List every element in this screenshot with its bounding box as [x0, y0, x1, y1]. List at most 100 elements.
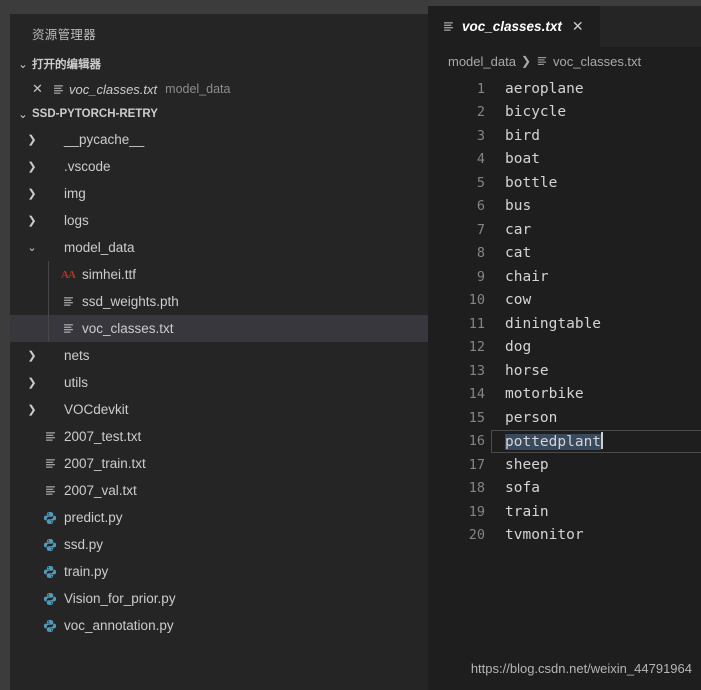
tree-item-voc-annotation-py[interactable]: voc_annotation.py	[10, 612, 428, 639]
text-selection: pottedplant	[505, 434, 602, 451]
line-number: 19	[468, 503, 485, 520]
text-file-icon	[40, 484, 60, 497]
code-line-text: motorbike	[505, 386, 584, 403]
code-line[interactable]: 6 bus	[428, 195, 701, 219]
tree-item-label: __pycache__	[64, 132, 145, 147]
text-file-icon	[52, 83, 65, 96]
code-line[interactable]: 14 motorbike	[428, 383, 701, 407]
code-line[interactable]: 12 dog	[428, 336, 701, 360]
code-line[interactable]: 2 bicycle	[428, 101, 701, 125]
font-file-icon: AA	[61, 268, 76, 281]
chevron-right-icon[interactable]: ❯	[24, 403, 40, 416]
close-icon[interactable]: ✕	[572, 18, 584, 35]
code-line[interactable]: 5 bottle	[428, 171, 701, 195]
close-icon[interactable]: ✕	[32, 81, 52, 97]
code-line[interactable]: 3 bird	[428, 124, 701, 148]
line-number: 16	[468, 433, 485, 450]
chevron-right-icon[interactable]: ❯	[24, 160, 40, 173]
tree-item-label: .vscode	[64, 159, 111, 174]
breadcrumb-item-file[interactable]: voc_classes.txt	[553, 54, 641, 69]
tree-item-nets[interactable]: ❯ nets	[10, 342, 428, 369]
code-line-text: aeroplane	[505, 80, 584, 97]
project-root-label: SSD-PYTORCH-RETRY	[32, 108, 158, 120]
code-line-text: cat	[505, 245, 532, 262]
tree-item-predict-py[interactable]: predict.py	[10, 504, 428, 531]
tree-item-model-data[interactable]: ⌄ model_data	[10, 234, 428, 261]
tree-item-2007-train-txt[interactable]: 2007_train.txt	[10, 450, 428, 477]
chevron-right-icon[interactable]: ❯	[24, 376, 40, 389]
line-number: 8	[476, 245, 485, 262]
code-line[interactable]: 17 sheep	[428, 453, 701, 477]
tree-item-2007-val-txt[interactable]: 2007_val.txt	[10, 477, 428, 504]
code-line[interactable]: 1 aeroplane	[428, 77, 701, 101]
tree-item-label: utils	[64, 375, 89, 390]
chevron-right-icon[interactable]: ❯	[24, 349, 40, 362]
tree-item-label: voc_annotation.py	[64, 618, 174, 633]
code-line[interactable]: 7 car	[428, 218, 701, 242]
open-editors-label: 打开的编辑器	[32, 59, 101, 71]
tree-item-ssd-py[interactable]: ssd.py	[10, 531, 428, 558]
tree-item--vscode[interactable]: ❯ .vscode	[10, 153, 428, 180]
tree-item-label: voc_classes.txt	[82, 321, 174, 336]
indent-guide	[48, 261, 49, 288]
tree-item-simhei-ttf[interactable]: AA simhei.ttf	[10, 261, 428, 288]
open-editors-header[interactable]: ⌄ 打开的编辑器	[10, 52, 428, 76]
code-line-text: person	[505, 409, 558, 426]
indent-guide	[48, 315, 49, 342]
code-line[interactable]: 9 chair	[428, 265, 701, 289]
code-line-text: chair	[505, 268, 549, 285]
tab-voc-classes-txt[interactable]: voc_classes.txt ✕	[428, 6, 600, 47]
code-line[interactable]: 15 person	[428, 406, 701, 430]
code-line[interactable]: 8 cat	[428, 242, 701, 266]
tree-item-ssd-weights-pth[interactable]: ssd_weights.pth	[10, 288, 428, 315]
line-number: 1	[476, 80, 485, 97]
tree-item-voc-classes-txt[interactable]: voc_classes.txt	[10, 315, 428, 342]
chevron-right-icon[interactable]: ❯	[24, 187, 40, 200]
code-line-text: bottle	[505, 174, 558, 191]
code-line-text: cow	[505, 292, 532, 309]
code-line-text: diningtable	[505, 315, 602, 332]
code-line[interactable]: 20 tvmonitor	[428, 524, 701, 548]
code-line[interactable]: 16 pottedplant	[428, 429, 701, 454]
code-line[interactable]: 19 train	[428, 500, 701, 524]
tree-item-label: ssd.py	[64, 537, 104, 552]
tree-item-label: train.py	[64, 564, 109, 579]
line-number: 20	[468, 527, 485, 544]
chevron-right-icon[interactable]: ❯	[24, 214, 40, 227]
tree-item-logs[interactable]: ❯ logs	[10, 207, 428, 234]
tree-item-vision-for-prior-py[interactable]: Vision_for_prior.py	[10, 585, 428, 612]
code-line[interactable]: 4 boat	[428, 148, 701, 172]
tree-item-img[interactable]: ❯ img	[10, 180, 428, 207]
line-number: 9	[476, 268, 485, 285]
open-editors-list: ✕ voc_classes.txt model_data	[10, 76, 428, 102]
code-line-text: horse	[505, 362, 549, 379]
code-line-text: car	[505, 221, 532, 238]
editor-group: voc_classes.txt ✕ model_data ❯ voc_class…	[428, 6, 701, 690]
tree-item-label: logs	[64, 213, 89, 228]
open-editor-item[interactable]: ✕ voc_classes.txt model_data	[10, 76, 428, 102]
line-number: 12	[468, 339, 485, 356]
code-line[interactable]: 13 horse	[428, 359, 701, 383]
chevron-down-icon[interactable]: ⌄	[24, 241, 40, 254]
code-line-text: tvmonitor	[505, 527, 584, 544]
code-line[interactable]: 11 diningtable	[428, 312, 701, 336]
text-file-icon	[536, 55, 548, 67]
tree-item--pycache-[interactable]: ❯ __pycache__	[10, 126, 428, 153]
code-editor[interactable]: 1 aeroplane 2 bicycle 3 bird 4 boat 5 bottle 6 bus 7…	[428, 75, 701, 690]
chevron-right-icon[interactable]: ❯	[24, 133, 40, 146]
line-number: 18	[468, 480, 485, 497]
tree-item-train-py[interactable]: train.py	[10, 558, 428, 585]
tree-item-label: 2007_val.txt	[64, 483, 137, 498]
vscode-window: 资源管理器 ⌄ 打开的编辑器 ✕ voc_classes.txt model_d…	[0, 0, 701, 690]
text-cursor	[601, 432, 603, 450]
tree-item-2007-test-txt[interactable]: 2007_test.txt	[10, 423, 428, 450]
code-line[interactable]: 10 cow	[428, 289, 701, 313]
breadcrumb-item-folder[interactable]: model_data	[448, 54, 516, 69]
code-line[interactable]: 18 sofa	[428, 477, 701, 501]
tree-item-vocdevkit[interactable]: ❯ VOCdevkit	[10, 396, 428, 423]
explorer-sidebar: 资源管理器 ⌄ 打开的编辑器 ✕ voc_classes.txt model_d…	[10, 14, 428, 690]
line-number: 14	[468, 386, 485, 403]
tree-item-label: simhei.ttf	[82, 267, 137, 282]
project-root-header[interactable]: ⌄ SSD-PYTORCH-RETRY	[10, 102, 428, 126]
tree-item-utils[interactable]: ❯ utils	[10, 369, 428, 396]
